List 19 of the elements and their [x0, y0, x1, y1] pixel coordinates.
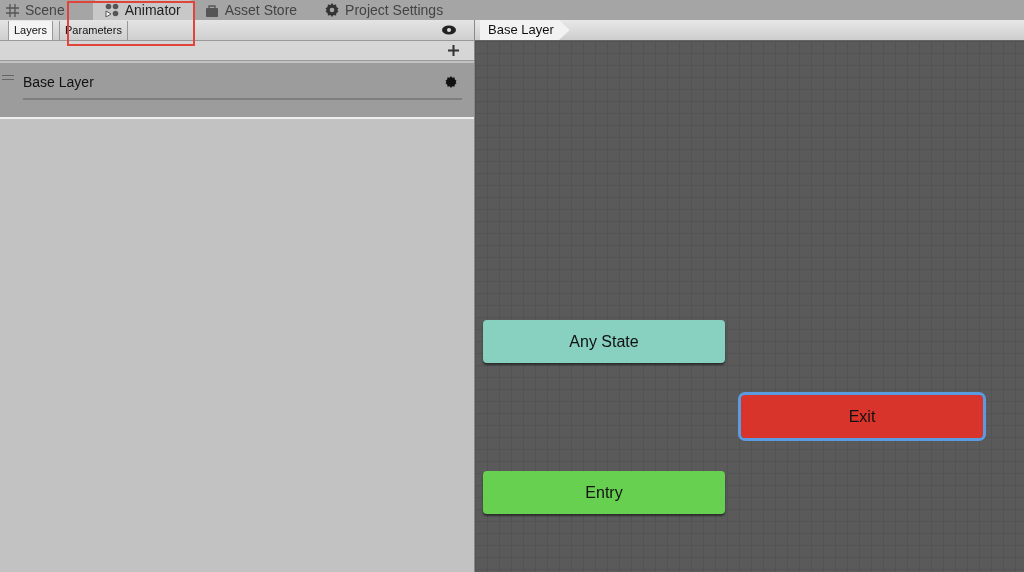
- nodes-icon: [104, 3, 119, 17]
- drag-handle-icon[interactable]: [2, 75, 14, 80]
- breadcrumb-item[interactable]: Base Layer: [480, 20, 570, 40]
- layer-name: Base Layer: [23, 73, 94, 92]
- graph-canvas[interactable]: Any State Exit Entry: [475, 41, 1024, 572]
- state-node[interactable]: Exit: [741, 395, 983, 438]
- bag-icon: [204, 3, 219, 17]
- settings-icon[interactable]: [445, 76, 457, 88]
- settings-icon: [325, 3, 340, 17]
- state-node[interactable]: Any State: [483, 320, 725, 363]
- panel-tab[interactable]: Layers: [8, 21, 54, 40]
- window-tab[interactable]: Asset Store: [198, 0, 304, 20]
- state-node[interactable]: Entry: [483, 471, 725, 514]
- layer-item[interactable]: Base Layer: [0, 63, 474, 119]
- eye-icon[interactable]: [442, 25, 456, 35]
- window-tab[interactable]: Project Settings: [319, 0, 450, 20]
- window-tab[interactable]: Scene: [0, 0, 71, 20]
- grid-icon: [6, 3, 19, 17]
- window-tab[interactable]: Animator: [92, 0, 193, 20]
